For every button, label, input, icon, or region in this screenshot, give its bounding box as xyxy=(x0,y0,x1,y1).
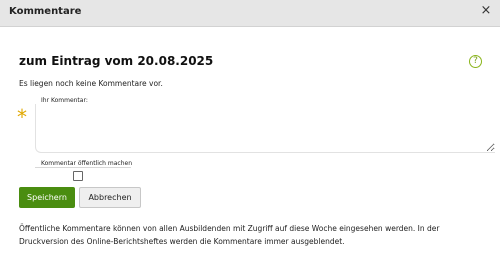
entry-heading: zum Eintrag vom 20.08.2025 xyxy=(19,54,214,68)
visibility-info-text: Öffentliche Kommentare können von allen … xyxy=(19,224,440,246)
comments-dialog: Kommentare × zum Eintrag vom 20.08.2025 … xyxy=(0,0,500,273)
help-icon[interactable]: ? xyxy=(469,55,482,68)
cancel-button[interactable]: Abbrechen xyxy=(79,187,141,208)
dialog-titlebar: Kommentare × xyxy=(0,0,500,27)
save-button[interactable]: Speichern xyxy=(19,187,75,208)
dialog-title: Kommentare xyxy=(9,6,82,17)
public-divider xyxy=(35,167,131,168)
comment-label: Ihr Kommentar: xyxy=(41,97,88,104)
public-comment-checkbox[interactable] xyxy=(73,171,83,181)
public-comment-label: Kommentar öffentlich machen xyxy=(41,160,133,167)
comment-textarea[interactable] xyxy=(35,104,495,153)
required-star-icon: * xyxy=(17,105,27,129)
no-comments-text: Es liegen noch keine Kommentare vor. xyxy=(19,79,163,88)
close-icon[interactable]: × xyxy=(480,4,492,18)
